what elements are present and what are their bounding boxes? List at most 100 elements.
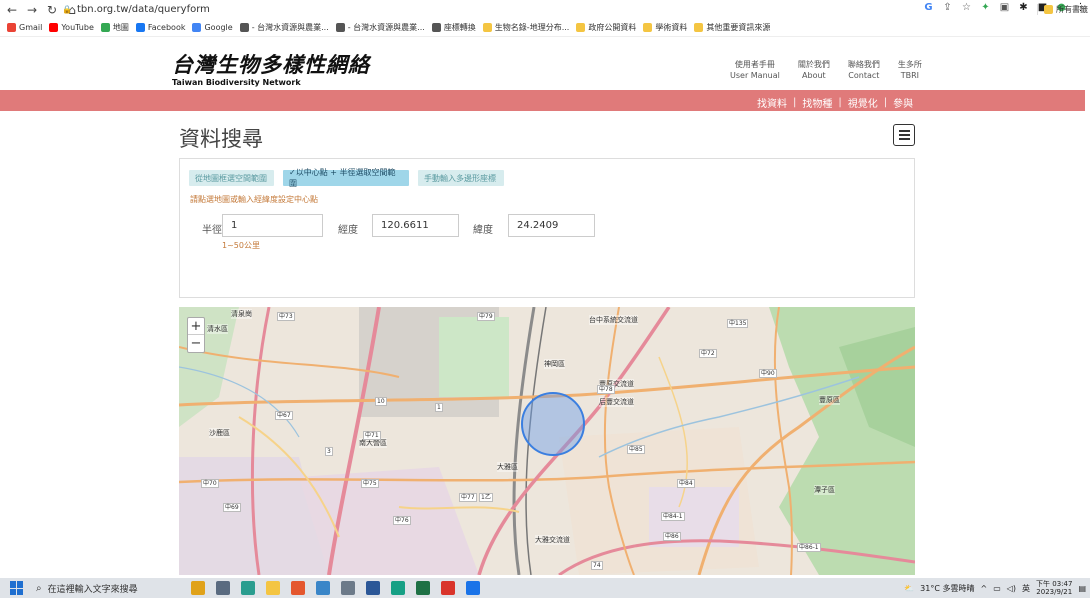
taskbar-app-icon[interactable] — [391, 581, 405, 595]
top-link[interactable]: 聯絡我們 Contact — [848, 59, 880, 81]
tray-chevron-icon[interactable]: ^ — [980, 584, 987, 593]
map-road-shield: 中86-1 — [797, 543, 821, 552]
taskbar-app-icon[interactable] — [466, 581, 480, 595]
network-icon[interactable]: ▭ — [993, 584, 1001, 593]
map-road-shield: 1乙 — [479, 493, 493, 502]
map-view[interactable]: + − 清水區 神岡區 潭子區 豐原區 大雅區 沙鹿區 南大營區 大雅交流道 清泉崗 台中系統交流… — [179, 307, 915, 575]
map-road-shield: 中70 — [201, 479, 219, 488]
map-road-shield: 中77 — [459, 493, 477, 502]
map-road-shield: 中135 — [727, 319, 749, 328]
latitude-input[interactable]: 24.2409 — [508, 214, 595, 237]
map-place-label: 沙鹿區 — [209, 428, 230, 438]
top-link[interactable]: 關於我們 About — [798, 59, 830, 81]
hamburger-menu-icon[interactable] — [893, 124, 915, 146]
map-place-label: 大雅區 — [497, 462, 518, 472]
site-logo[interactable]: 台灣生物多樣性網絡 — [172, 49, 370, 79]
bookmark-item[interactable]: 生物名錄-地理分布... — [482, 22, 569, 33]
google-lens-icon[interactable]: G — [923, 2, 934, 13]
forward-icon[interactable]: → — [24, 2, 40, 18]
map-road-shield: 中85 — [627, 445, 645, 454]
bookmark-icon — [335, 23, 345, 32]
task-view-icon[interactable] — [216, 581, 230, 595]
ime-indicator[interactable]: 英 — [1022, 583, 1030, 594]
volume-icon[interactable]: ◁) — [1007, 584, 1016, 593]
weather-text[interactable]: 31°C 多雲時晴 — [920, 583, 974, 594]
url-text: tbn.org.tw/data/queryform — [76, 4, 210, 15]
top-link[interactable]: 使用者手冊 User Manual — [730, 59, 780, 81]
map-road-shield: 中84-1 — [661, 512, 685, 521]
mode-box-select-button[interactable]: 從地圖框選空間範圍 — [189, 170, 274, 186]
bookmark-item[interactable]: - 台灣水資源與農業... — [239, 22, 329, 33]
zoom-in-button[interactable]: + — [188, 318, 204, 335]
map-road-shield: 中75 — [361, 479, 379, 488]
bookmark-icon — [135, 23, 145, 32]
center-point-hint: 請點選地圖或輸入經緯度設定中心點 — [190, 195, 318, 204]
bookmark-icon — [431, 23, 441, 32]
bookmark-item[interactable]: 政府公開資料 — [576, 22, 636, 33]
main-nav-item[interactable]: 找資料 — [757, 95, 787, 110]
bookmark-icon — [7, 23, 16, 32]
chrome-icon[interactable] — [291, 581, 305, 595]
radius-input[interactable]: 1 — [222, 214, 323, 237]
bookmark-item[interactable]: - 台灣水資源與農業... — [335, 22, 425, 33]
bookmark-star-icon[interactable]: ☆ — [961, 2, 972, 13]
top-link[interactable]: 生多所 TBRI — [898, 59, 922, 81]
puzzle-icon[interactable]: ✱ — [1018, 2, 1029, 13]
mode-center-radius-button[interactable]: ✓以中心點 + 半徑選取空間範圍 — [283, 168, 409, 188]
mode-polygon-button[interactable]: 手動輸入多邊形座標 — [418, 170, 504, 186]
all-bookmarks[interactable]: 所有書籤 — [1037, 4, 1088, 15]
map-place-label: 神岡區 — [544, 359, 565, 369]
longitude-label: 經度 — [338, 225, 358, 236]
radius-label: 半徑 — [202, 225, 222, 236]
extension-icon[interactable]: ✦ — [980, 2, 991, 13]
map-place-label: 台中系統交流道 — [589, 315, 638, 325]
taskbar-clock[interactable]: 下午 03:47 2023/9/21 — [1036, 580, 1072, 596]
windows-start-icon[interactable] — [10, 581, 24, 595]
reload-icon[interactable]: ↻ — [44, 2, 60, 18]
bookmark-item[interactable]: Facebook — [135, 23, 185, 32]
map-road-shield: 中72 — [699, 349, 717, 358]
taskbar-search-box[interactable]: ⌕ 在這裡輸入文字來搜尋 — [36, 579, 180, 597]
file-explorer-icon[interactable] — [266, 581, 280, 595]
bookmark-item[interactable]: Gmail — [7, 23, 42, 32]
word-icon[interactable] — [366, 581, 380, 595]
longitude-input[interactable]: 120.6611 — [372, 214, 459, 237]
site-header: 台灣生物多樣性網絡 Taiwan Biodiversity Network 使用… — [0, 36, 1090, 90]
bookmark-icon — [239, 23, 249, 32]
main-nav-item[interactable]: 找物種 — [802, 95, 832, 110]
taskbar-app-icon[interactable] — [191, 581, 205, 595]
address-bar[interactable]: 🔒 tbn.org.tw/data/queryform — [62, 1, 920, 18]
map-road-shield: 1 — [435, 403, 443, 412]
zoom-out-button[interactable]: − — [188, 335, 204, 352]
map-road-shield: 中73 — [277, 312, 295, 321]
bookmark-item[interactable]: 地圖 — [100, 22, 129, 33]
map-place-label: 豐原區 — [819, 395, 840, 405]
main-nav-item[interactable]: 參與 — [893, 95, 913, 110]
page-title: 資料搜尋 — [179, 127, 263, 151]
weather-icon[interactable]: ⛅ — [904, 584, 914, 593]
excel-icon[interactable] — [416, 581, 430, 595]
map-road-shield: 10 — [375, 397, 387, 406]
taskbar-app-icon[interactable] — [341, 581, 355, 595]
notification-icon[interactable]: ▤ — [1078, 584, 1086, 593]
bookmark-item[interactable]: 座標轉換 — [431, 22, 476, 33]
taskbar-app-icon[interactable] — [316, 581, 330, 595]
map-road-shield: 中79 — [477, 312, 495, 321]
nav-separator: | — [838, 97, 842, 108]
map-place-label: 潭子區 — [814, 485, 835, 495]
nav-separator: | — [883, 97, 888, 108]
extension-icon[interactable]: ▣ — [999, 2, 1010, 13]
map-road-shield: 中67 — [275, 411, 293, 420]
bookmark-icon — [576, 23, 586, 32]
bookmark-item[interactable]: 學術資料 — [643, 22, 687, 33]
acrobat-icon[interactable] — [441, 581, 455, 595]
edge-icon[interactable] — [241, 581, 255, 595]
main-nav-item[interactable]: 視覺化 — [848, 95, 878, 110]
bookmark-item[interactable]: Google — [192, 23, 233, 32]
search-icon: ⌕ — [36, 582, 42, 594]
bookmark-icon — [694, 23, 704, 32]
bookmark-item[interactable]: YouTube — [49, 23, 94, 32]
bookmark-item[interactable]: 其他重要資訊來源 — [694, 22, 770, 33]
back-icon[interactable]: ← — [4, 2, 20, 18]
share-icon[interactable]: ⇪ — [942, 2, 953, 13]
